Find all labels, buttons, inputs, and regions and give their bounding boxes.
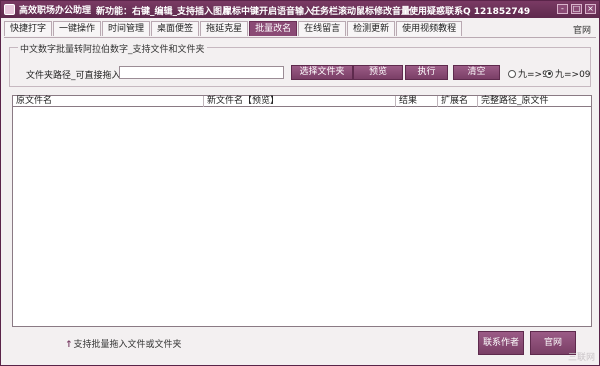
radio-unchecked-icon <box>508 69 516 78</box>
volume-info: 任务栏滚动鼠标修改音量 <box>311 7 411 17</box>
title-bar[interactable]: 高效职场办公助理 新功能：右键_编辑_支持插入图片 鼠标中键开启语音输入 任务栏… <box>1 1 599 18</box>
radio-nine-to-9-label: 九=>9 <box>518 70 548 80</box>
col-original-name[interactable]: 原文件名 <box>13 96 203 107</box>
group-title: 中文数字批量转阿拉伯数字_支持文件和文件夹 <box>18 42 207 55</box>
drag-hint: ↑支持批量拖入文件或文件夹 <box>65 337 182 350</box>
rename-group: 中文数字批量转阿拉伯数字_支持文件和文件夹 文件夹路径_可直接拖入： 选择文件夹… <box>9 42 591 87</box>
radio-nine-to-9[interactable]: 九=>9 <box>508 67 548 80</box>
tab-bar: 快捷打字 一键操作 时间管理 桌面便签 拖延克星 批量改名 在线留言 检测更新 … <box>4 21 463 37</box>
tab-divider <box>4 37 596 38</box>
table-header: 原文件名 新文件名【预览】 结果 扩展名 完整路径_原文件 <box>13 96 591 107</box>
minimize-icon[interactable]: - <box>557 4 568 14</box>
website-link[interactable]: 官网 <box>573 23 591 36</box>
contact-info: 使用疑惑联系Q 121852749 <box>409 7 531 17</box>
close-icon[interactable]: × <box>585 4 596 14</box>
execute-button[interactable]: 执行 <box>405 65 448 80</box>
clear-button[interactable]: 清空 <box>453 65 500 80</box>
col-extension[interactable]: 扩展名 <box>437 96 477 107</box>
tab-one-click[interactable]: 一键操作 <box>53 21 102 36</box>
middle-click-info: 鼠标中键开启语音输入 <box>223 7 314 17</box>
select-folder-button[interactable]: 选择文件夹 <box>291 65 353 80</box>
col-full-path[interactable]: 完整路径_原文件 <box>477 96 591 107</box>
folder-path-label: 文件夹路径_可直接拖入： <box>26 71 130 81</box>
tab-procrastination[interactable]: 拖延克星 <box>200 21 249 36</box>
tab-quick-typing[interactable]: 快捷打字 <box>4 21 53 36</box>
watermark-text: 三联网 <box>567 353 595 363</box>
drag-hint-text: 支持批量拖入文件或文件夹 <box>73 340 182 350</box>
tab-check-update[interactable]: 检测更新 <box>347 21 396 36</box>
folder-path-input[interactable] <box>119 66 284 79</box>
new-feature-info: 新功能：右键_编辑_支持插入图片 <box>96 7 232 17</box>
col-result[interactable]: 结果 <box>395 96 437 107</box>
file-list-table[interactable]: 原文件名 新文件名【预览】 结果 扩展名 完整路径_原文件 <box>12 95 592 327</box>
main-window: 高效职场办公助理 新功能：右键_编辑_支持插入图片 鼠标中键开启语音输入 任务栏… <box>0 0 600 366</box>
radio-nine-to-09[interactable]: 九=>09 <box>545 67 591 80</box>
window-controls: - □ × <box>557 4 596 14</box>
up-arrow-icon: ↑ <box>65 340 73 350</box>
app-title: 高效职场办公助理 <box>19 6 92 16</box>
radio-nine-to-09-label: 九=>09 <box>555 70 591 80</box>
tab-batch-rename[interactable]: 批量改名 <box>249 21 298 36</box>
maximize-icon[interactable]: □ <box>571 4 582 14</box>
tab-desktop-notes[interactable]: 桌面便签 <box>151 21 200 36</box>
col-new-name-preview[interactable]: 新文件名【预览】 <box>203 96 395 107</box>
tab-online-message[interactable]: 在线留言 <box>298 21 347 36</box>
radio-checked-icon <box>545 69 553 78</box>
contact-author-button[interactable]: 联系作者 <box>478 331 524 355</box>
tab-time-management[interactable]: 时间管理 <box>102 21 151 36</box>
preview-button[interactable]: 预览 <box>353 65 403 80</box>
tab-video-tutorial[interactable]: 使用视频教程 <box>396 21 463 36</box>
app-icon <box>4 4 15 15</box>
